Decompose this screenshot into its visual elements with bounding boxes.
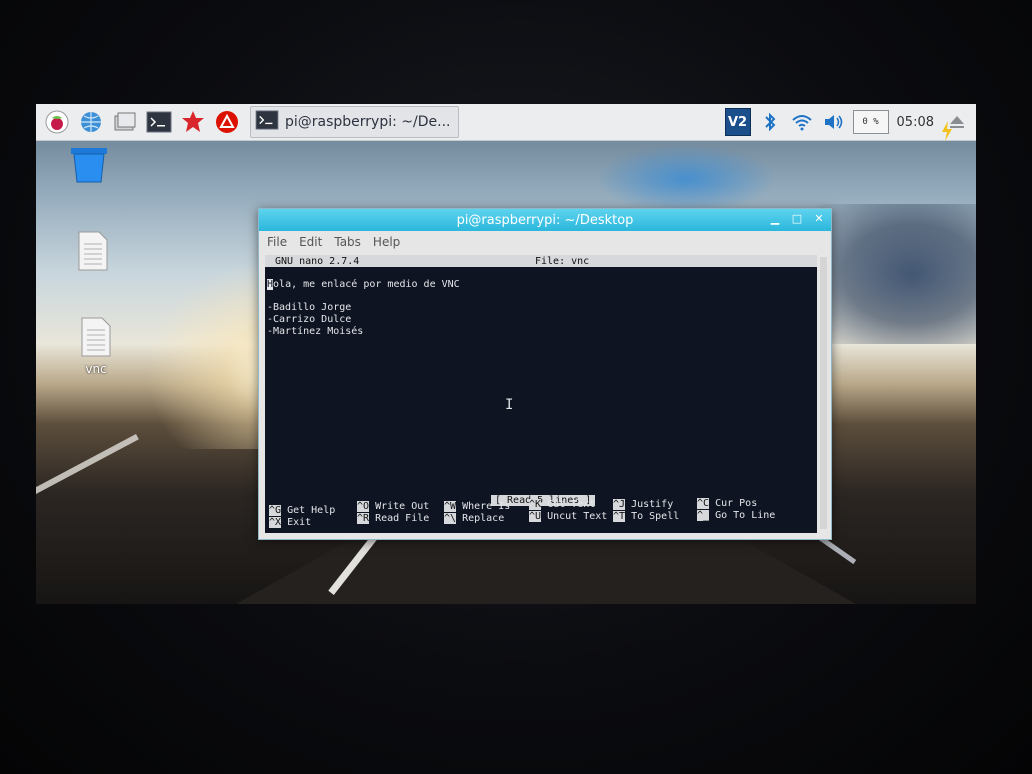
raspberry-menu-icon[interactable] [44, 109, 70, 135]
shortcut-label: Justify [631, 499, 674, 510]
shortcut-key: ^\ [444, 513, 457, 524]
shortcut-item[interactable]: ^_ Go To Line [697, 510, 775, 521]
shortcut-label: To Spell [631, 511, 680, 522]
taskbar: pi@raspberrypi: ~/De... V2 0 % 05:08 [36, 104, 976, 141]
volume-icon[interactable] [821, 109, 847, 135]
shortcut-key: ^R [357, 513, 370, 524]
desktop-screen: pi@raspberrypi: ~/De... V2 0 % 05:08 vnc… [36, 104, 976, 604]
shortcut-label: Get Help [287, 505, 336, 516]
shortcut-label: Cur Pos [715, 498, 758, 509]
menu-file[interactable]: File [267, 235, 287, 249]
nano-version: GNU nano 2.7.4 [275, 255, 360, 267]
shortcut-item[interactable]: ^T To Spell [613, 511, 679, 522]
menu-edit[interactable]: Edit [299, 235, 322, 249]
shortcut-label: Cut Text [547, 499, 596, 510]
cpu-monitor: 0 % [852, 110, 889, 134]
shortcut-key: ^J [613, 499, 626, 510]
shortcut-key: ^C [697, 498, 710, 509]
document-icon [78, 231, 108, 271]
cpu-value: 0 % [862, 117, 879, 127]
ibeam-cursor-icon: I [505, 397, 514, 413]
vnc-label: V2 [727, 114, 748, 130]
text-line: -Martínez Moisés [267, 326, 364, 337]
shortcut-label: Write Out [375, 501, 430, 512]
shortcut-item[interactable]: ^O Write Out [357, 501, 429, 512]
text-line: -Badillo Jorge [267, 302, 352, 313]
file-manager-icon[interactable] [112, 109, 138, 135]
window-menubar: File Edit Tabs Help [259, 231, 831, 253]
shortcut-label: Read File [375, 513, 430, 524]
terminal-area[interactable]: GNU nano 2.7.4 File: vnc Hola, me enlacé… [265, 255, 817, 533]
terminal-icon [255, 110, 279, 134]
menu-tabs[interactable]: Tabs [334, 235, 361, 249]
window-titlebar[interactable]: pi@raspberrypi: ~/Desktop ▁ □ ✕ [259, 209, 831, 231]
desktop-icon-trash[interactable] [54, 146, 124, 184]
window-title: pi@raspberrypi: ~/Desktop [456, 212, 634, 228]
shortcut-item[interactable]: ^W Where Is [444, 501, 510, 512]
close-icon[interactable]: ✕ [813, 212, 825, 225]
terminal-icon[interactable] [146, 109, 172, 135]
text-line: -Carrizo Dulce [267, 314, 352, 325]
terminal-scrollbar[interactable] [820, 257, 827, 529]
menu-help[interactable]: Help [373, 235, 400, 249]
sky-blue-patch [596, 144, 776, 214]
shortcut-label: Where Is [462, 501, 511, 512]
shortcut-key: ^G [269, 505, 282, 516]
shortcut-key: ^X [269, 517, 282, 528]
shortcut-item[interactable]: ^X Exit [269, 517, 311, 528]
mathematica-icon[interactable] [180, 109, 206, 135]
task-label: pi@raspberrypi: ~/De... [285, 114, 451, 130]
clock[interactable]: 05:08 [897, 115, 934, 130]
wifi-icon[interactable] [789, 109, 815, 135]
shortcut-label: Replace [462, 513, 505, 524]
shortcut-key: ^U [529, 511, 542, 522]
bluetooth-icon[interactable] [757, 109, 783, 135]
shortcut-key: ^_ [697, 510, 710, 521]
system-tray: V2 0 % 05:08 [724, 104, 976, 141]
shortcut-key: ^K [529, 499, 542, 510]
shortcut-key: ^W [444, 501, 457, 512]
desktop-icon-label: vnc [85, 362, 107, 376]
shortcut-key: ^O [357, 501, 370, 512]
eject-icon[interactable] [944, 109, 970, 135]
trash-icon [71, 148, 107, 183]
desktop-icon-document[interactable] [58, 230, 128, 272]
maximize-icon[interactable]: □ [791, 212, 803, 225]
shortcut-item[interactable]: ^U Uncut Text [529, 511, 607, 522]
minimize-icon[interactable]: ▁ [769, 212, 781, 225]
web-browser-icon[interactable] [78, 109, 104, 135]
shortcut-item[interactable]: ^C Cur Pos [697, 498, 757, 509]
dark-clouds [816, 204, 976, 344]
shortcut-item[interactable]: ^R Read File [357, 513, 429, 524]
nano-filename: File: vnc [535, 255, 590, 267]
shortcut-item[interactable]: ^K Cut Text [529, 499, 595, 510]
nano-header: GNU nano 2.7.4 File: vnc [265, 255, 817, 267]
shortcut-item[interactable]: ^G Get Help [269, 505, 335, 516]
vnc-icon[interactable]: V2 [724, 108, 751, 136]
shortcut-label: Exit [287, 517, 312, 528]
road-line-left [36, 434, 139, 506]
taskbar-terminal-task[interactable]: pi@raspberrypi: ~/De... [250, 106, 460, 138]
shortcut-key: ^T [613, 511, 626, 522]
wolfram-icon[interactable] [214, 109, 240, 135]
shortcut-label: Uncut Text [547, 511, 608, 522]
desktop-icon-vnc[interactable]: vnc [61, 316, 131, 376]
text-line-content: ola, me enlacé por medio de VNC [273, 279, 460, 290]
text-file-icon [81, 317, 111, 357]
shortcut-item[interactable]: ^\ Replace [444, 513, 504, 524]
terminal-window: pi@raspberrypi: ~/Desktop ▁ □ ✕ File Edi… [258, 208, 832, 540]
shortcut-item[interactable]: ^J Justify [613, 499, 673, 510]
text-line: Hola, me enlacé por medio de VNC [267, 279, 460, 290]
shortcut-label: Go To Line [715, 510, 776, 521]
